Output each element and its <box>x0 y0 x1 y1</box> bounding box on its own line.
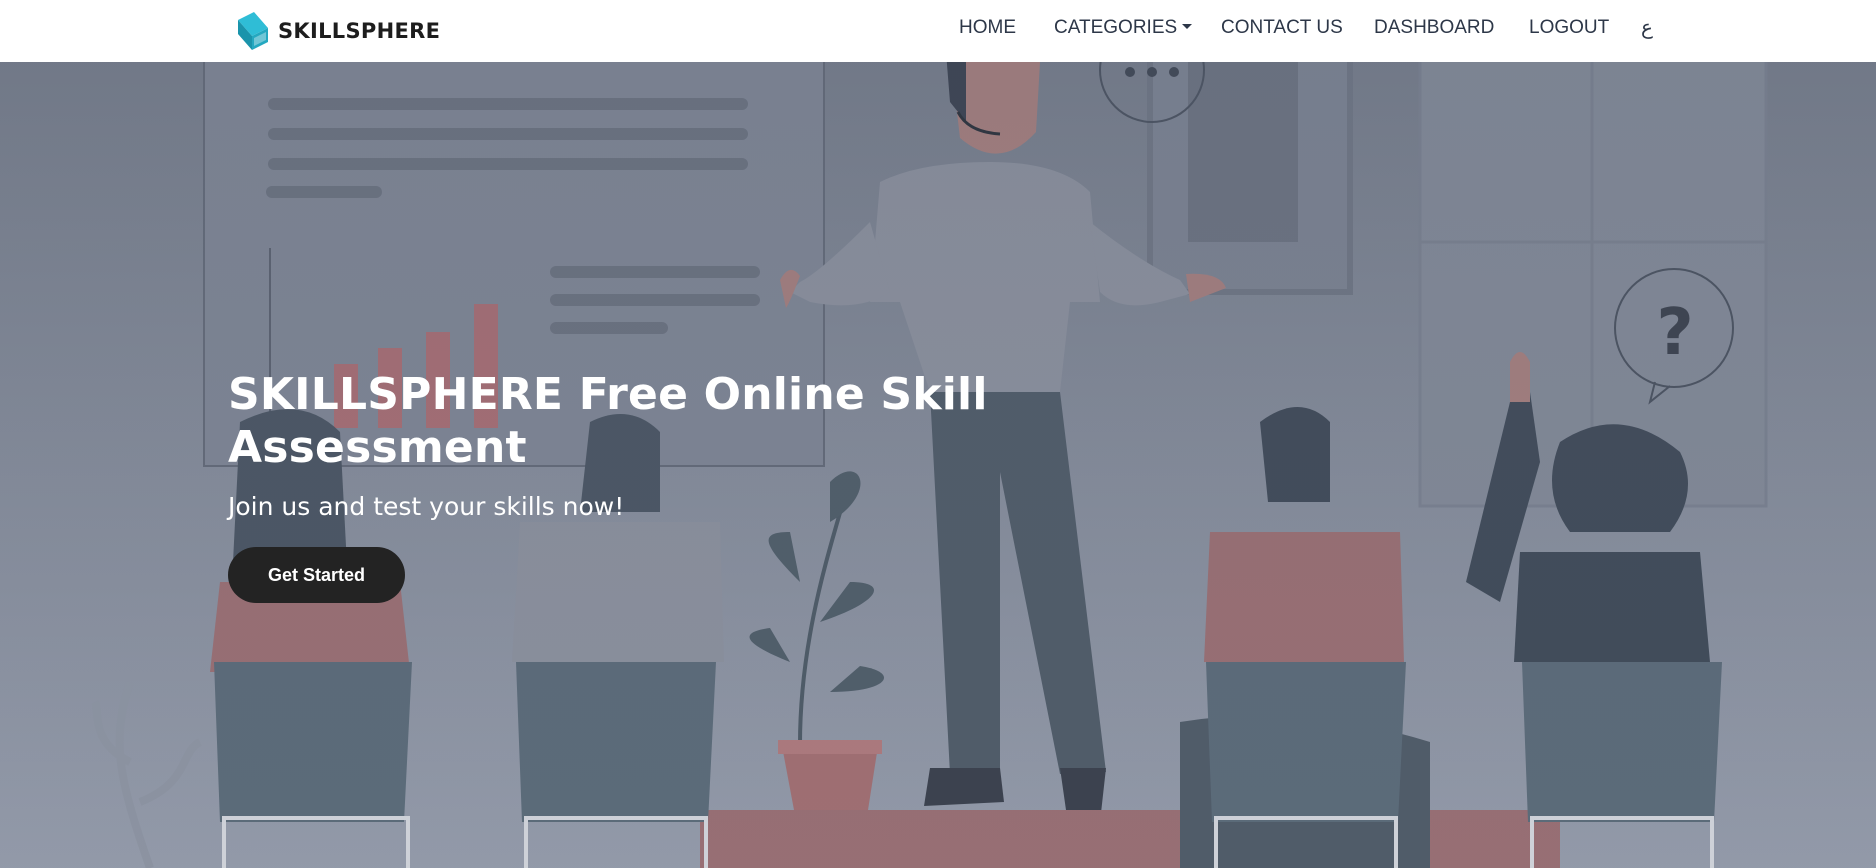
nav-menu: HOME CATEGORIES CONTACT US DASHBOARD LOG… <box>0 14 1876 44</box>
hero-title: SKILLSPHERE Free Online Skill Assessment <box>228 369 988 473</box>
nav-dashboard-link[interactable]: DASHBOARD <box>1374 14 1494 44</box>
hero-subtitle: Join us and test your skills now! <box>228 492 625 521</box>
nav-logout-link[interactable]: LOGOUT <box>1529 14 1609 44</box>
hero-content: SKILLSPHERE Free Online Skill Assessment… <box>228 368 1128 603</box>
nav-categories-dropdown[interactable]: CATEGORIES <box>1054 14 1193 44</box>
navbar: SKILLSPHERE HOME CATEGORIES CONTACT US D… <box>0 0 1876 62</box>
language-switch-link[interactable]: ع <box>1641 14 1653 44</box>
nav-contact-link[interactable]: CONTACT US <box>1221 14 1343 44</box>
hero-section: ? <box>0 62 1876 868</box>
caret-down-icon <box>1182 24 1193 30</box>
nav-categories-label: CATEGORIES <box>1054 17 1178 38</box>
nav-home-link[interactable]: HOME <box>959 14 1016 44</box>
get-started-button[interactable]: Get Started <box>228 547 405 603</box>
